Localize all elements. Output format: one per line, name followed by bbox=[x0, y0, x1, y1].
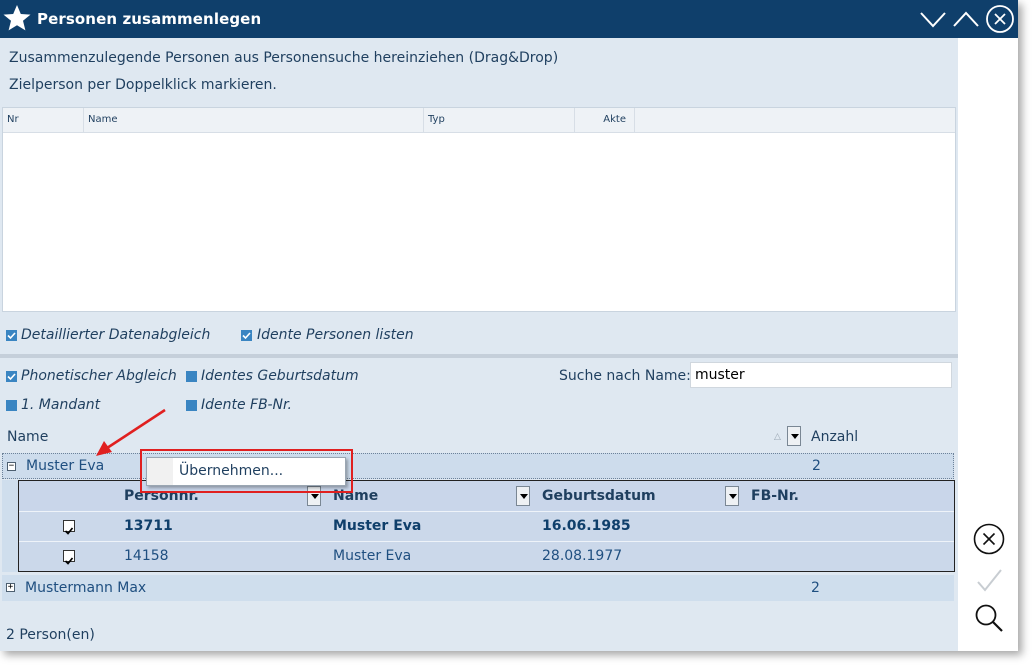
person-row[interactable]: 14158 Muster Eva 28.08.1977 bbox=[19, 541, 954, 571]
merge-persons-dialog: Personen zusammenlegen Zusammenzulegende… bbox=[0, 0, 1018, 651]
collapse-icon[interactable]: − bbox=[7, 462, 16, 471]
window-title: Personen zusammenlegen bbox=[37, 10, 262, 28]
name-search-input[interactable] bbox=[690, 362, 952, 388]
row-checkbox[interactable] bbox=[63, 520, 75, 535]
confirm-check-icon[interactable] bbox=[972, 564, 1006, 598]
list-identical-label[interactable]: Idente Personen listen bbox=[257, 327, 414, 343]
person-subgrid: Personnr. Name Geburtsdatum FB-Nr. 13711… bbox=[18, 480, 955, 572]
same-fb-checkbox[interactable] bbox=[186, 400, 197, 411]
group-name: Mustermann Max bbox=[25, 580, 147, 596]
person-name: Muster Eva bbox=[333, 518, 422, 534]
instruction-line-1: Zusammenzulegende Personen aus Personens… bbox=[9, 50, 559, 66]
detailed-compare-checkbox[interactable] bbox=[6, 330, 17, 341]
person-birthdate: 28.08.1977 bbox=[542, 548, 623, 564]
name-filter-dropdown[interactable] bbox=[787, 426, 801, 446]
phonetic-label[interactable]: Phonetischer Abgleich bbox=[21, 368, 177, 384]
phonetic-checkbox[interactable] bbox=[6, 371, 17, 382]
same-fb-label[interactable]: Idente FB-Nr. bbox=[201, 397, 292, 413]
section-divider bbox=[0, 354, 958, 358]
sort-ascending-icon[interactable]: △ bbox=[774, 432, 781, 442]
status-count: 2 Person(en) bbox=[6, 627, 95, 643]
results-column-name[interactable]: Name bbox=[7, 429, 48, 445]
group-count: 2 bbox=[812, 458, 821, 474]
column-header-type[interactable]: Typ bbox=[424, 108, 575, 132]
minimize-chevron-icon[interactable] bbox=[918, 4, 948, 34]
close-window-icon[interactable] bbox=[985, 4, 1015, 34]
birthdate-filter-dropdown[interactable] bbox=[725, 486, 739, 506]
column-header-name[interactable]: Name bbox=[84, 108, 424, 132]
row-checkbox[interactable] bbox=[63, 550, 75, 565]
person-nr: 14158 bbox=[124, 548, 169, 564]
action-panel bbox=[958, 38, 1018, 651]
group-count: 2 bbox=[811, 580, 820, 596]
star-icon bbox=[3, 5, 31, 31]
annotation-highlight-box bbox=[140, 449, 353, 493]
maximize-chevron-icon[interactable] bbox=[951, 4, 981, 34]
annotation-arrow-icon bbox=[96, 408, 166, 456]
expand-icon[interactable]: + bbox=[6, 583, 15, 592]
first-client-checkbox[interactable] bbox=[6, 400, 17, 411]
name-sub-filter-dropdown[interactable] bbox=[516, 486, 530, 506]
search-icon[interactable] bbox=[972, 602, 1006, 636]
same-birthdate-label[interactable]: Identes Geburtsdatum bbox=[201, 368, 359, 384]
person-row[interactable]: 13711 Muster Eva 16.06.1985 bbox=[19, 511, 954, 541]
search-label: Suche nach Name: bbox=[559, 368, 691, 384]
person-name: Muster Eva bbox=[333, 548, 412, 564]
results-column-count[interactable]: Anzahl bbox=[811, 429, 858, 445]
cancel-circle-icon[interactable] bbox=[972, 522, 1006, 556]
detailed-compare-label[interactable]: Detaillierter Datenabgleich bbox=[21, 327, 210, 343]
instruction-line-2: Zielperson per Doppelklick markieren. bbox=[9, 77, 277, 93]
column-header-file[interactable]: Akte bbox=[575, 108, 635, 132]
column-header-nr[interactable]: Nr bbox=[3, 108, 84, 132]
person-birthdate: 16.06.1985 bbox=[542, 518, 631, 534]
first-client-label[interactable]: 1. Mandant bbox=[21, 397, 100, 413]
drop-grid-header: Nr Name Typ Akte bbox=[3, 108, 955, 133]
list-identical-checkbox[interactable] bbox=[241, 330, 252, 341]
same-birthdate-checkbox[interactable] bbox=[186, 371, 197, 382]
sub-column-fb[interactable]: FB-Nr. bbox=[751, 488, 799, 504]
group-name: Muster Eva bbox=[26, 458, 105, 474]
subgrid-indent bbox=[2, 480, 18, 572]
sub-column-birthdate[interactable]: Geburtsdatum bbox=[542, 488, 656, 504]
person-nr: 13711 bbox=[124, 518, 173, 534]
group-row-mustermann-max[interactable]: + Mustermann Max 2 bbox=[2, 575, 954, 601]
drop-grid[interactable]: Nr Name Typ Akte bbox=[2, 107, 956, 312]
title-bar: Personen zusammenlegen bbox=[0, 0, 1018, 38]
